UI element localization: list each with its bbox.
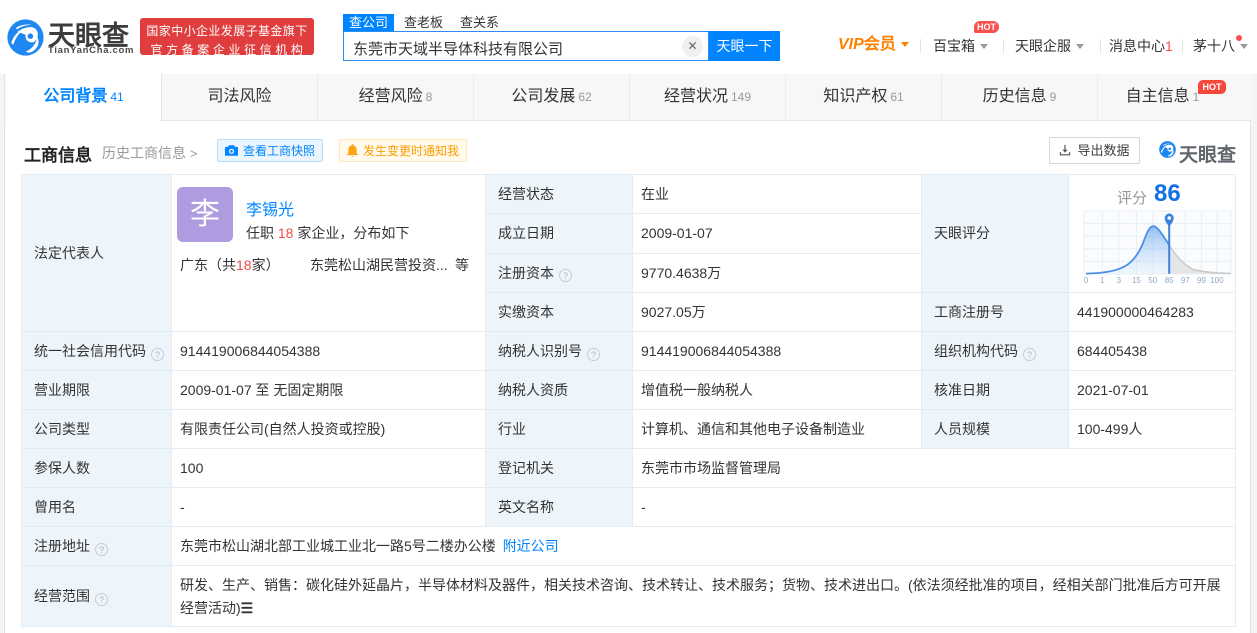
svg-text:85: 85	[1165, 276, 1174, 285]
svg-text:100: 100	[1210, 276, 1224, 285]
svg-text:15: 15	[1132, 276, 1141, 285]
svg-text:0: 0	[1084, 276, 1089, 285]
svg-text:1: 1	[1100, 276, 1105, 285]
svg-text:99: 99	[1197, 276, 1206, 285]
svg-text:50: 50	[1148, 276, 1157, 285]
svg-text:97: 97	[1181, 276, 1190, 285]
svg-text:3: 3	[1117, 276, 1122, 285]
